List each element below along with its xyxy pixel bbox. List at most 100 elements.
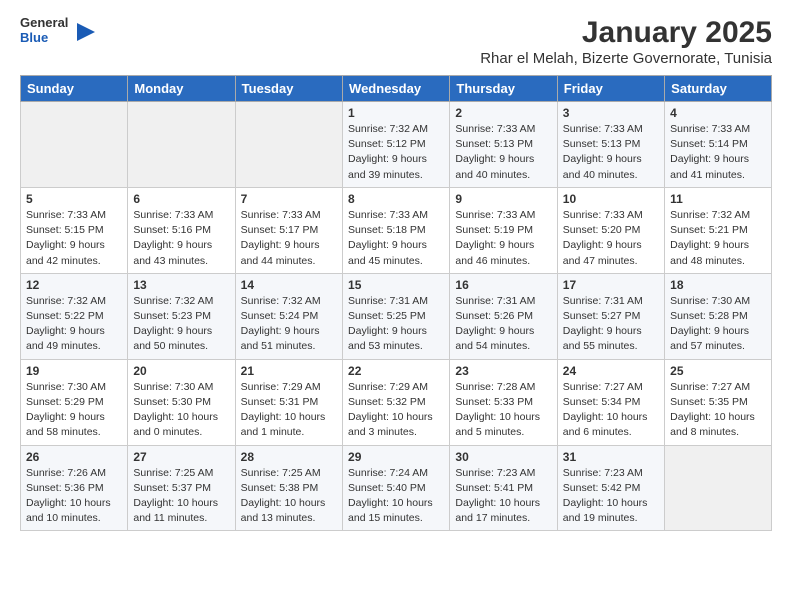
day-number: 20: [133, 364, 229, 378]
calendar-cell: [128, 102, 235, 188]
day-info: Sunrise: 7:26 AMSunset: 5:36 PMDaylight:…: [26, 466, 122, 527]
day-number: 1: [348, 106, 444, 120]
day-header-sunday: Sunday: [21, 76, 128, 102]
day-info: Sunrise: 7:31 AMSunset: 5:27 PMDaylight:…: [563, 294, 659, 355]
day-info: Sunrise: 7:27 AMSunset: 5:34 PMDaylight:…: [563, 380, 659, 441]
day-number: 4: [670, 106, 766, 120]
day-number: 3: [563, 106, 659, 120]
day-info: Sunrise: 7:24 AMSunset: 5:40 PMDaylight:…: [348, 466, 444, 527]
day-info: Sunrise: 7:31 AMSunset: 5:25 PMDaylight:…: [348, 294, 444, 355]
calendar-week-row: 5Sunrise: 7:33 AMSunset: 5:15 PMDaylight…: [21, 187, 772, 273]
calendar-cell: 7 Sunrise: 7:33 AMSunset: 5:17 PMDaylight…: [235, 187, 342, 273]
day-number: 8: [348, 192, 444, 206]
calendar-cell: 12 Sunrise: 7:32 AMSunset: 5:22 PMDayligh…: [21, 273, 128, 359]
calendar-cell: 10 Sunrise: 7:33 AMSunset: 5:20 PMDayligh…: [557, 187, 664, 273]
calendar-cell: 21 Sunrise: 7:29 AMSunset: 5:31 PMDayligh…: [235, 359, 342, 445]
day-number: 25: [670, 364, 766, 378]
day-header-saturday: Saturday: [665, 76, 772, 102]
day-number: 5: [26, 192, 122, 206]
calendar-cell: [21, 102, 128, 188]
calendar-cell: 3 Sunrise: 7:33 AMSunset: 5:13 PMDaylight…: [557, 102, 664, 188]
day-info: Sunrise: 7:33 AMSunset: 5:18 PMDaylight:…: [348, 208, 444, 269]
day-info: Sunrise: 7:32 AMSunset: 5:12 PMDaylight:…: [348, 122, 444, 183]
day-info: Sunrise: 7:23 AMSunset: 5:41 PMDaylight:…: [455, 466, 551, 527]
logo-icon: [75, 21, 97, 43]
day-number: 16: [455, 278, 551, 292]
header: General Blue January 2025 Rhar el Melah,…: [20, 16, 772, 67]
day-number: 28: [241, 450, 337, 464]
calendar-cell: 4 Sunrise: 7:33 AMSunset: 5:14 PMDaylight…: [665, 102, 772, 188]
calendar-cell: 15 Sunrise: 7:31 AMSunset: 5:25 PMDayligh…: [343, 273, 450, 359]
day-info: Sunrise: 7:27 AMSunset: 5:35 PMDaylight:…: [670, 380, 766, 441]
day-info: Sunrise: 7:30 AMSunset: 5:29 PMDaylight:…: [26, 380, 122, 441]
day-number: 21: [241, 364, 337, 378]
calendar-cell: 30Sunrise: 7:23 AMSunset: 5:41 PMDayligh…: [450, 445, 557, 531]
day-number: 23: [455, 364, 551, 378]
day-header-friday: Friday: [557, 76, 664, 102]
day-info: Sunrise: 7:32 AMSunset: 5:24 PMDaylight:…: [241, 294, 337, 355]
day-info: Sunrise: 7:33 AMSunset: 5:14 PMDaylight:…: [670, 122, 766, 183]
calendar-cell: 9 Sunrise: 7:33 AMSunset: 5:19 PMDaylight…: [450, 187, 557, 273]
day-info: Sunrise: 7:25 AMSunset: 5:38 PMDaylight:…: [241, 466, 337, 527]
calendar-cell: 29Sunrise: 7:24 AMSunset: 5:40 PMDayligh…: [343, 445, 450, 531]
calendar-cell: 13Sunrise: 7:32 AMSunset: 5:23 PMDayligh…: [128, 273, 235, 359]
calendar-cell: 11 Sunrise: 7:32 AMSunset: 5:21 PMDayligh…: [665, 187, 772, 273]
day-number: 22: [348, 364, 444, 378]
calendar-cell: 17 Sunrise: 7:31 AMSunset: 5:27 PMDayligh…: [557, 273, 664, 359]
calendar-week-row: 12 Sunrise: 7:32 AMSunset: 5:22 PMDayligh…: [21, 273, 772, 359]
title-block: January 2025 Rhar el Melah, Bizerte Gove…: [480, 16, 772, 67]
day-number: 14: [241, 278, 337, 292]
calendar-cell: 8 Sunrise: 7:33 AMSunset: 5:18 PMDaylight…: [343, 187, 450, 273]
page-container: General Blue January 2025 Rhar el Melah,…: [0, 0, 792, 547]
day-number: 11: [670, 192, 766, 206]
calendar-cell: 26 Sunrise: 7:26 AMSunset: 5:36 PMDayligh…: [21, 445, 128, 531]
day-info: Sunrise: 7:33 AMSunset: 5:17 PMDaylight:…: [241, 208, 337, 269]
day-number: 24: [563, 364, 659, 378]
day-number: 18: [670, 278, 766, 292]
day-number: 7: [241, 192, 337, 206]
day-header-thursday: Thursday: [450, 76, 557, 102]
day-number: 10: [563, 192, 659, 206]
calendar-cell: [665, 445, 772, 531]
day-info: Sunrise: 7:33 AMSunset: 5:13 PMDaylight:…: [563, 122, 659, 183]
calendar-cell: 22 Sunrise: 7:29 AMSunset: 5:32 PMDayligh…: [343, 359, 450, 445]
calendar-cell: 2 Sunrise: 7:33 AMSunset: 5:13 PMDaylight…: [450, 102, 557, 188]
day-number: 19: [26, 364, 122, 378]
day-info: Sunrise: 7:33 AMSunset: 5:20 PMDaylight:…: [563, 208, 659, 269]
day-info: Sunrise: 7:33 AMSunset: 5:16 PMDaylight:…: [133, 208, 229, 269]
day-number: 27: [133, 450, 229, 464]
day-info: Sunrise: 7:32 AMSunset: 5:22 PMDaylight:…: [26, 294, 122, 355]
calendar-cell: 19 Sunrise: 7:30 AMSunset: 5:29 PMDayligh…: [21, 359, 128, 445]
page-title: January 2025: [480, 16, 772, 50]
calendar-cell: 20 Sunrise: 7:30 AMSunset: 5:30 PMDayligh…: [128, 359, 235, 445]
calendar-cell: 1 Sunrise: 7:32 AMSunset: 5:12 PMDaylight…: [343, 102, 450, 188]
day-info: Sunrise: 7:29 AMSunset: 5:31 PMDaylight:…: [241, 380, 337, 441]
day-info: Sunrise: 7:33 AMSunset: 5:13 PMDaylight:…: [455, 122, 551, 183]
calendar-cell: 16 Sunrise: 7:31 AMSunset: 5:26 PMDayligh…: [450, 273, 557, 359]
calendar-cell: 18 Sunrise: 7:30 AMSunset: 5:28 PMDayligh…: [665, 273, 772, 359]
calendar-week-row: 26 Sunrise: 7:26 AMSunset: 5:36 PMDayligh…: [21, 445, 772, 531]
day-header-tuesday: Tuesday: [235, 76, 342, 102]
day-info: Sunrise: 7:30 AMSunset: 5:30 PMDaylight:…: [133, 380, 229, 441]
day-number: 17: [563, 278, 659, 292]
day-number: 15: [348, 278, 444, 292]
calendar-header-row: SundayMondayTuesdayWednesdayThursdayFrid…: [21, 76, 772, 102]
calendar-week-row: 1 Sunrise: 7:32 AMSunset: 5:12 PMDaylight…: [21, 102, 772, 188]
day-number: 6: [133, 192, 229, 206]
day-info: Sunrise: 7:31 AMSunset: 5:26 PMDaylight:…: [455, 294, 551, 355]
calendar-cell: 31Sunrise: 7:23 AMSunset: 5:42 PMDayligh…: [557, 445, 664, 531]
day-number: 2: [455, 106, 551, 120]
day-number: 26: [26, 450, 122, 464]
day-number: 9: [455, 192, 551, 206]
calendar-cell: 25 Sunrise: 7:27 AMSunset: 5:35 PMDayligh…: [665, 359, 772, 445]
day-number: 12: [26, 278, 122, 292]
day-info: Sunrise: 7:32 AMSunset: 5:23 PMDaylight:…: [133, 294, 229, 355]
calendar-cell: 14 Sunrise: 7:32 AMSunset: 5:24 PMDayligh…: [235, 273, 342, 359]
calendar-cell: 6 Sunrise: 7:33 AMSunset: 5:16 PMDaylight…: [128, 187, 235, 273]
day-info: Sunrise: 7:33 AMSunset: 5:19 PMDaylight:…: [455, 208, 551, 269]
day-info: Sunrise: 7:30 AMSunset: 5:28 PMDaylight:…: [670, 294, 766, 355]
day-info: Sunrise: 7:32 AMSunset: 5:21 PMDaylight:…: [670, 208, 766, 269]
day-info: Sunrise: 7:29 AMSunset: 5:32 PMDaylight:…: [348, 380, 444, 441]
day-info: Sunrise: 7:25 AMSunset: 5:37 PMDaylight:…: [133, 466, 229, 527]
logo-general: General: [20, 16, 68, 31]
